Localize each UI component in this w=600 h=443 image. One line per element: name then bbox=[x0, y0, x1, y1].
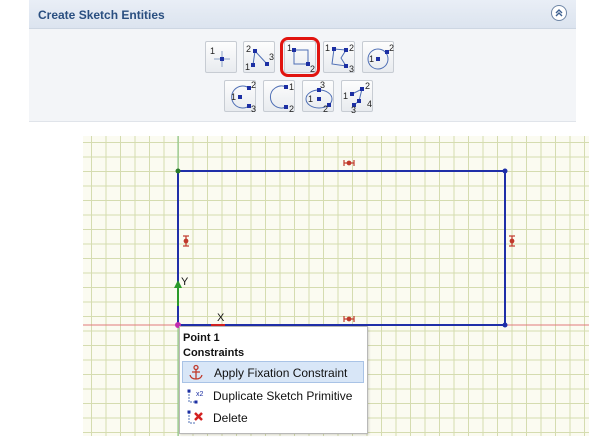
tool-label: 2 bbox=[251, 81, 256, 90]
tool-label: 4 bbox=[367, 99, 372, 109]
constraint-marker-right bbox=[509, 235, 515, 247]
menu-item-label: Delete bbox=[213, 411, 248, 425]
tool-label: 1 bbox=[289, 82, 294, 92]
tool-label: 3 bbox=[349, 64, 354, 74]
constraint-marker-top bbox=[343, 160, 355, 166]
circle-tool-icon: 1 2 bbox=[367, 43, 394, 70]
ellipse-tool-icon: 3 1 2 bbox=[305, 81, 333, 113]
tool-label: 2 bbox=[323, 104, 328, 113]
apply-fixation-constraint-item[interactable]: Apply Fixation Constraint bbox=[182, 361, 364, 383]
vertex bbox=[502, 168, 508, 174]
tool-label: 1 bbox=[343, 91, 348, 101]
tool-label: 2 bbox=[389, 43, 394, 53]
tool-label: 2 bbox=[349, 43, 354, 53]
tool-point-button[interactable]: 1 bbox=[205, 41, 237, 73]
tool-label: 1 bbox=[210, 46, 215, 56]
svg-text:x2: x2 bbox=[196, 391, 204, 398]
menu-item-label: Apply Fixation Constraint bbox=[214, 366, 348, 380]
menu-item-label: Duplicate Sketch Primitive bbox=[213, 389, 353, 403]
tool-label: 3 bbox=[351, 105, 356, 113]
delete-item[interactable]: Delete bbox=[182, 407, 364, 429]
anchor-icon bbox=[189, 364, 203, 380]
duplicate-icon: x2 bbox=[187, 389, 204, 404]
constraint-marker-bottom bbox=[343, 316, 355, 322]
collapse-icon bbox=[555, 9, 563, 17]
y-axis-label: Y bbox=[181, 276, 189, 288]
tool-label: 1 bbox=[245, 62, 250, 72]
tool-label: 2 bbox=[289, 104, 294, 113]
x-axis-label: X bbox=[217, 312, 225, 324]
arc-center-tool-icon: 1 2 3 bbox=[231, 81, 256, 113]
tool-label: 1 bbox=[325, 43, 330, 53]
tool-polyline-button[interactable]: 2 1 3 bbox=[243, 41, 275, 73]
tool-arc-center-button[interactable]: 1 2 3 bbox=[224, 80, 256, 113]
rectangle-tool-highlight bbox=[280, 37, 320, 77]
constraint-marker-left bbox=[183, 235, 189, 247]
context-menu: Point 1 Constraints Apply Fixation Const… bbox=[179, 326, 368, 434]
tool-label: 3 bbox=[251, 104, 256, 113]
tool-label: 2 bbox=[246, 44, 251, 54]
point-tool-icon: 1 bbox=[210, 46, 230, 67]
vertex bbox=[175, 168, 181, 174]
duplicate-sketch-primitive-item[interactable]: x2 Duplicate Sketch Primitive bbox=[182, 385, 364, 407]
arc-three-point-tool-icon: 1 2 bbox=[269, 82, 294, 113]
tool-ellipse-button[interactable]: 3 1 2 bbox=[302, 80, 334, 113]
tool-label: 2 bbox=[365, 81, 370, 91]
spline-tool-icon: 1 2 3 4 bbox=[343, 81, 372, 113]
panel-title: Create Sketch Entities bbox=[38, 8, 165, 22]
context-menu-section: Constraints bbox=[183, 347, 245, 359]
tool-label: 3 bbox=[320, 81, 325, 90]
tool-label: 1 bbox=[308, 94, 313, 104]
delete-icon bbox=[187, 410, 203, 424]
context-menu-title: Point 1 bbox=[183, 332, 220, 344]
tool-spline-button[interactable]: 1 2 3 4 bbox=[341, 80, 373, 113]
polygon-tool-icon: 1 2 3 bbox=[325, 43, 354, 74]
vertex bbox=[502, 322, 508, 328]
tool-label: 1 bbox=[369, 54, 374, 64]
polyline-tool-icon: 2 1 3 bbox=[245, 44, 274, 72]
tool-label: 1 bbox=[231, 92, 236, 102]
collapse-button[interactable] bbox=[551, 5, 567, 21]
tool-arc-three-point-button[interactable]: 1 2 bbox=[263, 80, 295, 113]
tool-polygon-button[interactable]: 1 2 3 bbox=[323, 41, 355, 74]
tool-label: 3 bbox=[269, 52, 274, 62]
sketch-rectangle bbox=[177, 170, 506, 326]
panel-header: Create Sketch Entities bbox=[29, 0, 576, 29]
tool-circle-button[interactable]: 1 2 bbox=[362, 41, 394, 73]
